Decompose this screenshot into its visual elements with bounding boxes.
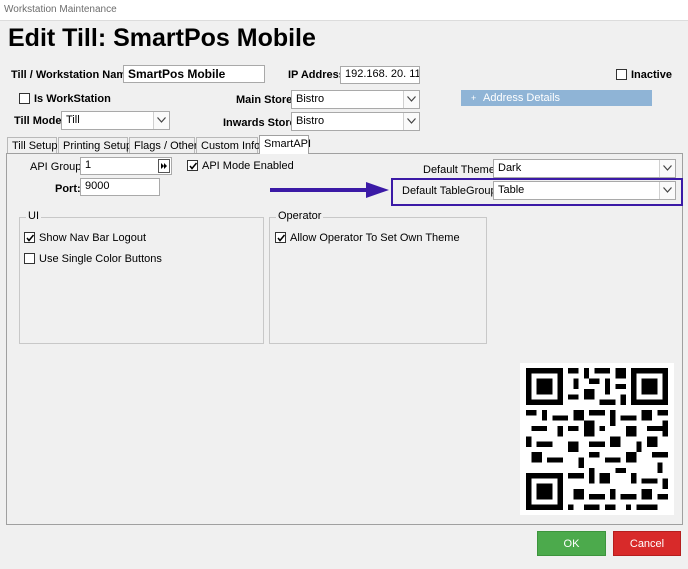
plus-icon: + xyxy=(471,93,477,103)
inwards-store-label: Inwards Store: xyxy=(223,117,300,129)
till-mode-label: Till Mode: xyxy=(14,115,66,127)
name-label: Till / Workstation Name: xyxy=(11,69,136,81)
default-tablegroup-value: Table xyxy=(498,184,525,196)
default-tablegroup-label: Default TableGroup: xyxy=(402,185,500,197)
inwards-store-value: Bistro xyxy=(296,115,325,127)
show-nav-checkbox[interactable] xyxy=(24,232,35,243)
api-group-value: 1 xyxy=(85,159,92,171)
chevron-down-icon[interactable] xyxy=(403,113,419,130)
single-color-label: Use Single Color Buttons xyxy=(39,253,162,265)
address-details-label: Address Details xyxy=(483,92,561,104)
api-mode-label: API Mode Enabled xyxy=(202,160,294,172)
check-icon xyxy=(26,234,35,242)
chevron-down-icon[interactable] xyxy=(403,91,419,108)
till-mode-value: Till xyxy=(66,114,80,126)
lookup-icon[interactable] xyxy=(158,159,170,173)
check-icon xyxy=(189,162,198,170)
tab-flags-other[interactable]: Flags / Other xyxy=(129,137,198,154)
ip-input[interactable]: 192.168. 20. 11 xyxy=(340,66,420,84)
is-workstation-checkbox[interactable] xyxy=(19,93,30,104)
check-icon xyxy=(277,234,286,242)
chevron-down-icon[interactable] xyxy=(659,182,675,199)
tab-smartapi[interactable]: SmartAPI xyxy=(259,135,311,154)
till-mode-select[interactable]: Till xyxy=(61,111,170,130)
api-mode-checkbox[interactable] xyxy=(187,160,198,171)
port-input[interactable]: 9000 xyxy=(80,178,160,196)
name-input[interactable]: SmartPos Mobile xyxy=(123,65,265,83)
api-group-input[interactable]: 1 xyxy=(80,157,172,175)
default-theme-label: Default Theme: xyxy=(423,164,499,176)
operator-group-legend: Operator xyxy=(276,210,324,222)
show-nav-label: Show Nav Bar Logout xyxy=(39,232,147,244)
window-title-bar: Workstation Maintenance xyxy=(0,0,688,21)
main-store-label: Main Store: xyxy=(236,94,296,106)
page-title: Edit Till: SmartPos Mobile xyxy=(8,24,316,52)
tab-till-setup[interactable]: Till Setup xyxy=(7,137,57,154)
port-label: Port: xyxy=(55,183,81,195)
default-theme-value: Dark xyxy=(498,162,522,174)
allow-theme-label: Allow Operator To Set Own Theme xyxy=(290,232,460,244)
cancel-button[interactable]: Cancel xyxy=(613,531,681,556)
default-tablegroup-select[interactable]: Table xyxy=(493,181,676,200)
chevron-down-icon[interactable] xyxy=(153,112,169,129)
main-store-select[interactable]: Bistro xyxy=(291,90,420,109)
qr-code-icon xyxy=(520,363,674,515)
inactive-checkbox[interactable] xyxy=(616,69,627,80)
tab-printing-setup[interactable]: Printing Setup xyxy=(58,137,132,154)
allow-theme-checkbox[interactable] xyxy=(275,232,286,243)
inactive-label: Inactive xyxy=(631,69,672,81)
chevron-down-icon[interactable] xyxy=(659,160,675,177)
tab-custom-info[interactable]: Custom Info xyxy=(196,137,260,154)
ui-group-legend: UI xyxy=(26,210,41,222)
is-workstation-label: Is WorkStation xyxy=(34,93,111,105)
main-store-value: Bistro xyxy=(296,93,325,105)
address-details-bar[interactable]: + Address Details xyxy=(461,90,652,106)
inwards-store-select[interactable]: Bistro xyxy=(291,112,420,131)
single-color-checkbox[interactable] xyxy=(24,253,35,264)
api-group-label: API Group: xyxy=(30,161,85,173)
default-theme-select[interactable]: Dark xyxy=(493,159,676,178)
window-title: Workstation Maintenance xyxy=(4,4,117,15)
ok-button[interactable]: OK xyxy=(537,531,606,556)
annotation-arrow-icon xyxy=(270,182,389,198)
